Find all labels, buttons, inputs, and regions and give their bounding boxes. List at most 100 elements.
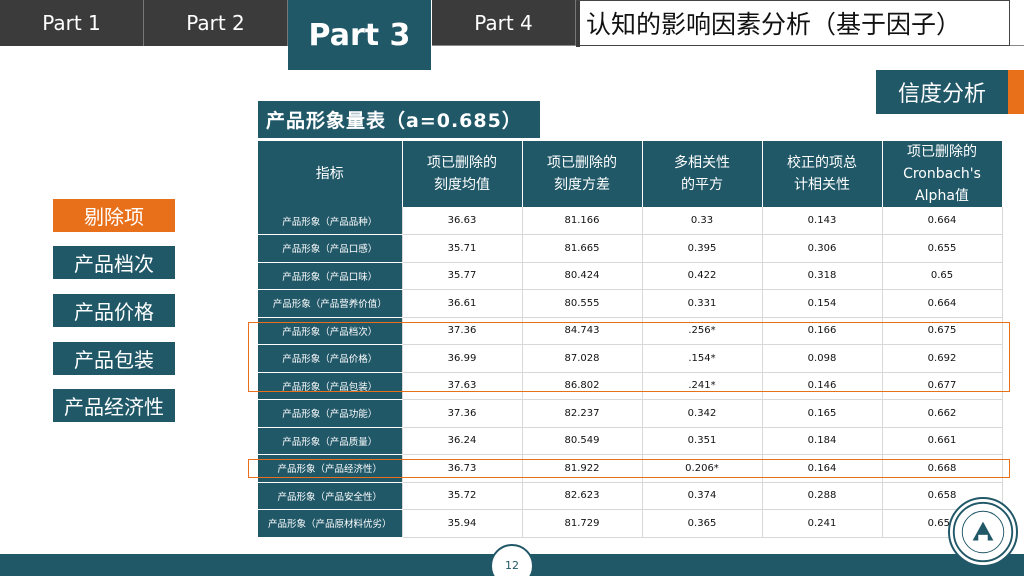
column-header-5: 项已删除的 Cronbach's Alpha值 bbox=[882, 141, 1003, 207]
table-cell: 36.63 bbox=[402, 207, 523, 235]
table-cell: 84.743 bbox=[522, 317, 643, 345]
table-cell: 37.36 bbox=[402, 317, 523, 345]
column-header-4: 校正的项总 计相关性 bbox=[762, 141, 883, 207]
table-cell: .256* bbox=[642, 317, 763, 345]
table-cell: 0.661 bbox=[882, 427, 1003, 455]
column-header-0: 指标 bbox=[258, 141, 403, 207]
table-row: 产品形象（产品品种） 36.63 81.166 0.33 0.143 0.664 bbox=[258, 207, 1003, 235]
table-row: 产品形象（产品价格） 36.99 87.028.154* 0.098 0.692 bbox=[258, 344, 1003, 373]
table-cell: 81.729 bbox=[522, 509, 643, 538]
table-row: 产品形象（产品功能） 37.36 82.237 0.342 0.165 0.662 bbox=[258, 399, 1003, 428]
table-row: 产品形象（产品口味） 35.77 80.424 0.422 0.318 0.65 bbox=[258, 262, 1003, 290]
product-economy-button[interactable]: 产品经济性 bbox=[53, 389, 175, 422]
scale-title: 产品形象量表（a=0.685） bbox=[258, 101, 540, 138]
table-row: 产品形象（产品包装） 37.63 86.802.241* 0.146 0.677 bbox=[258, 372, 1003, 400]
table-cell: 0.668 bbox=[882, 454, 1003, 483]
row-indicator-name: 产品形象（产品品种） bbox=[258, 207, 403, 235]
table-cell: .154* bbox=[642, 344, 763, 373]
row-indicator-name: 产品形象（产品安全性） bbox=[258, 482, 403, 510]
column-header-1: 项已删除的 刻度均值 bbox=[402, 141, 523, 207]
row-indicator-name: 产品形象（产品原材料优劣） bbox=[258, 509, 403, 538]
tab-part-1[interactable]: Part 1 bbox=[0, 0, 144, 46]
table-cell: 36.73 bbox=[402, 454, 523, 483]
removed-items-label[interactable]: 剔除项 bbox=[53, 199, 175, 232]
table-cell: 35.77 bbox=[402, 262, 523, 290]
table-row: 产品形象（产品经济性） 36.73 81.922 0.206* 0.164 0.668 bbox=[258, 454, 1003, 483]
tab-part-3[interactable]: Part 3 bbox=[288, 0, 432, 70]
table-cell: 82.237 bbox=[522, 399, 643, 428]
table-cell: 0.146 bbox=[762, 372, 883, 400]
table-cell: 0.664 bbox=[882, 207, 1003, 235]
table-cell: 0.692 bbox=[882, 344, 1003, 373]
slide-title: 认知的影响因素分析（基于因子） bbox=[576, 0, 1010, 47]
table-cell: 35.94 bbox=[402, 509, 523, 538]
table-cell: 81.922 bbox=[522, 454, 643, 483]
product-grade-button[interactable]: 产品档次 bbox=[53, 246, 175, 279]
reliability-table: 指标 项已删除的 刻度均值 项已删除的 刻度方差 多相关性 的平方 校正的项总 计相关性 项已删除… bbox=[258, 141, 1003, 538]
table-cell: 0.677 bbox=[882, 372, 1003, 400]
row-indicator-name: 产品形象（产品口味） bbox=[258, 262, 403, 290]
table-cell: 0.331 bbox=[642, 289, 763, 318]
badge-accent bbox=[1008, 70, 1024, 114]
table-cell: 37.63 bbox=[402, 372, 523, 400]
table-cell: 36.99 bbox=[402, 344, 523, 373]
table-cell: 86.802 bbox=[522, 372, 643, 400]
table-cell: 36.61 bbox=[402, 289, 523, 318]
table-cell: 0.374 bbox=[642, 482, 763, 510]
table-cell: 0.395 bbox=[642, 234, 763, 263]
column-header-2: 项已删除的 刻度方差 bbox=[522, 141, 643, 207]
table-cell: 0.318 bbox=[762, 262, 883, 290]
table-cell: 81.665 bbox=[522, 234, 643, 263]
table-cell: 80.424 bbox=[522, 262, 643, 290]
table-cell: 0.422 bbox=[642, 262, 763, 290]
tab-part-2[interactable]: Part 2 bbox=[144, 0, 288, 46]
table-cell: 0.184 bbox=[762, 427, 883, 455]
table-header-row: 指标 项已删除的 刻度均值 项已删除的 刻度方差 多相关性 的平方 校正的项总 计相关性 项已删除… bbox=[258, 141, 1003, 207]
table-cell: 0.164 bbox=[762, 454, 883, 483]
table-cell: 80.555 bbox=[522, 289, 643, 318]
table-cell: 36.24 bbox=[402, 427, 523, 455]
row-indicator-name: 产品形象（产品营养价值） bbox=[258, 289, 403, 318]
table-cell: 81.166 bbox=[522, 207, 643, 235]
table-cell: 0.664 bbox=[882, 289, 1003, 318]
product-packaging-button[interactable]: 产品包装 bbox=[53, 342, 175, 375]
table-cell: 0.33 bbox=[642, 207, 763, 235]
table-cell: 0.241 bbox=[762, 509, 883, 538]
table-row: 产品形象（产品安全性） 35.72 82.623 0.374 0.288 0.658 bbox=[258, 482, 1003, 510]
table-cell: 0.166 bbox=[762, 317, 883, 345]
table-row: 产品形象（产品原材料优劣） 35.94 81.729 0.365 0.241 0.659 bbox=[258, 509, 1003, 538]
row-indicator-name: 产品形象（产品功能） bbox=[258, 399, 403, 428]
table-cell: 35.71 bbox=[402, 234, 523, 263]
table-cell: 37.36 bbox=[402, 399, 523, 428]
table-cell: .241* bbox=[642, 372, 763, 400]
table-cell: 0.288 bbox=[762, 482, 883, 510]
tab-part-4[interactable]: Part 4 bbox=[432, 0, 576, 46]
table-cell: 80.549 bbox=[522, 427, 643, 455]
column-header-3: 多相关性 的平方 bbox=[642, 141, 763, 207]
table-cell: 0.655 bbox=[882, 234, 1003, 263]
table-cell: 0.306 bbox=[762, 234, 883, 263]
table-cell: 0.098 bbox=[762, 344, 883, 373]
table-row: 产品形象（产品营养价值） 36.61 80.555 0.331 0.154 0.664 bbox=[258, 289, 1003, 318]
table-cell: 0.154 bbox=[762, 289, 883, 318]
table-cell: 35.72 bbox=[402, 482, 523, 510]
table-cell: 0.351 bbox=[642, 427, 763, 455]
table-cell: 82.623 bbox=[522, 482, 643, 510]
table-cell: 0.662 bbox=[882, 399, 1003, 428]
table-cell: 0.365 bbox=[642, 509, 763, 538]
row-indicator-name: 产品形象（产品口感） bbox=[258, 234, 403, 263]
table-cell: 0.206* bbox=[642, 454, 763, 483]
table-cell: 0.342 bbox=[642, 399, 763, 428]
row-indicator-name: 产品形象（产品质量） bbox=[258, 427, 403, 455]
table-cell: 0.165 bbox=[762, 399, 883, 428]
table-cell: 0.143 bbox=[762, 207, 883, 235]
table-cell: 0.675 bbox=[882, 317, 1003, 345]
reliability-badge: 信度分析 bbox=[876, 70, 1008, 114]
table-row: 产品形象（产品质量） 36.24 80.549 0.351 0.184 0.661 bbox=[258, 427, 1003, 455]
table-row: 产品形象（产品档次） 37.36 84.743.256* 0.166 0.675 bbox=[258, 317, 1003, 345]
row-indicator-name: 产品形象（产品包装） bbox=[258, 372, 403, 400]
row-indicator-name: 产品形象（产品档次） bbox=[258, 317, 403, 345]
table-cell: 87.028 bbox=[522, 344, 643, 373]
product-price-button[interactable]: 产品价格 bbox=[53, 294, 175, 327]
university-seal-icon bbox=[948, 497, 1018, 567]
